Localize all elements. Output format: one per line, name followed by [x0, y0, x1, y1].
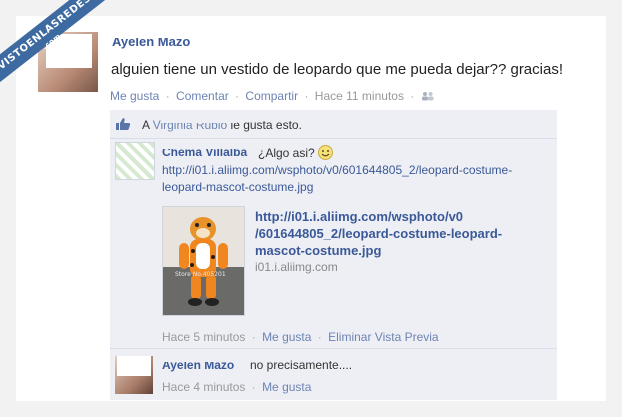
reply-timestamp[interactable]: Hace 4 minutos [162, 380, 245, 394]
reply-author-avatar[interactable] [115, 356, 153, 394]
comment-author-name[interactable]: Chema Villalba [162, 143, 254, 159]
separator: · [304, 89, 309, 103]
like-link[interactable]: Me gusta [110, 89, 159, 103]
link-preview-image[interactable]: Store No.405201 [162, 206, 245, 316]
post-author-name[interactable]: Ayelen Mazo [112, 28, 222, 49]
like-thumb-icon [116, 118, 131, 130]
separator: · [165, 89, 170, 103]
comment-link-url[interactable]: http://i01.i.aliimg.com/wsphoto/v0/60164… [162, 162, 552, 196]
liker-name[interactable]: Virginia Rubio [153, 117, 237, 132]
screenshot-frame: VISTOENLASREDES .com Ayelen Mazo alguien… [0, 0, 622, 417]
comment-divider [110, 348, 557, 349]
separator: · [317, 330, 322, 344]
reply-like-link[interactable]: Me gusta [262, 380, 311, 394]
comment-timestamp[interactable]: Hace 5 minutos [162, 330, 245, 344]
link-preview-title[interactable]: http://i01.i.aliimg.com/wsphoto/v0 /6016… [255, 208, 545, 259]
comment-link[interactable]: Comentar [176, 89, 229, 103]
smiley-emoticon-icon [317, 145, 333, 160]
post-timestamp[interactable]: Hace 11 minutos [315, 89, 404, 103]
post-meta-row: Me gusta · Comentar · Compartir · Hace 1… [110, 89, 434, 103]
link-preview-domain: i01.i.aliimg.com [255, 260, 338, 274]
remove-preview-link[interactable]: Eliminar Vista Previa [328, 330, 438, 344]
likes-summary: A Virginia Rubio le gusta esto. [110, 110, 557, 139]
share-link[interactable]: Compartir [245, 89, 298, 103]
separator: · [251, 380, 256, 394]
comment-thread: A Virginia Rubio le gusta esto. Chema Vi… [110, 110, 557, 400]
likes-text: A Virginia Rubio le gusta esto. [142, 117, 302, 132]
separator: · [410, 89, 415, 103]
separator: · [235, 89, 240, 103]
reply-meta-row: Hace 4 minutos · Me gusta [162, 380, 311, 394]
preview-image-caption: Store No.405201 [175, 271, 226, 278]
comment-author-avatar[interactable] [115, 142, 155, 180]
privacy-friends-icon[interactable] [421, 91, 434, 101]
comment-text: ¿Algo asi? [258, 145, 333, 160]
post-status-text: alguien tiene un vestido de leopardo que… [111, 61, 563, 78]
comment-meta-row: Hace 5 minutos · Me gusta · Eliminar Vis… [162, 330, 439, 344]
reply-text: no precisamente.... [250, 358, 353, 372]
separator: · [251, 330, 256, 344]
comment-like-link[interactable]: Me gusta [262, 330, 311, 344]
reply-author-name[interactable]: Ayelen Mazo [162, 356, 252, 372]
